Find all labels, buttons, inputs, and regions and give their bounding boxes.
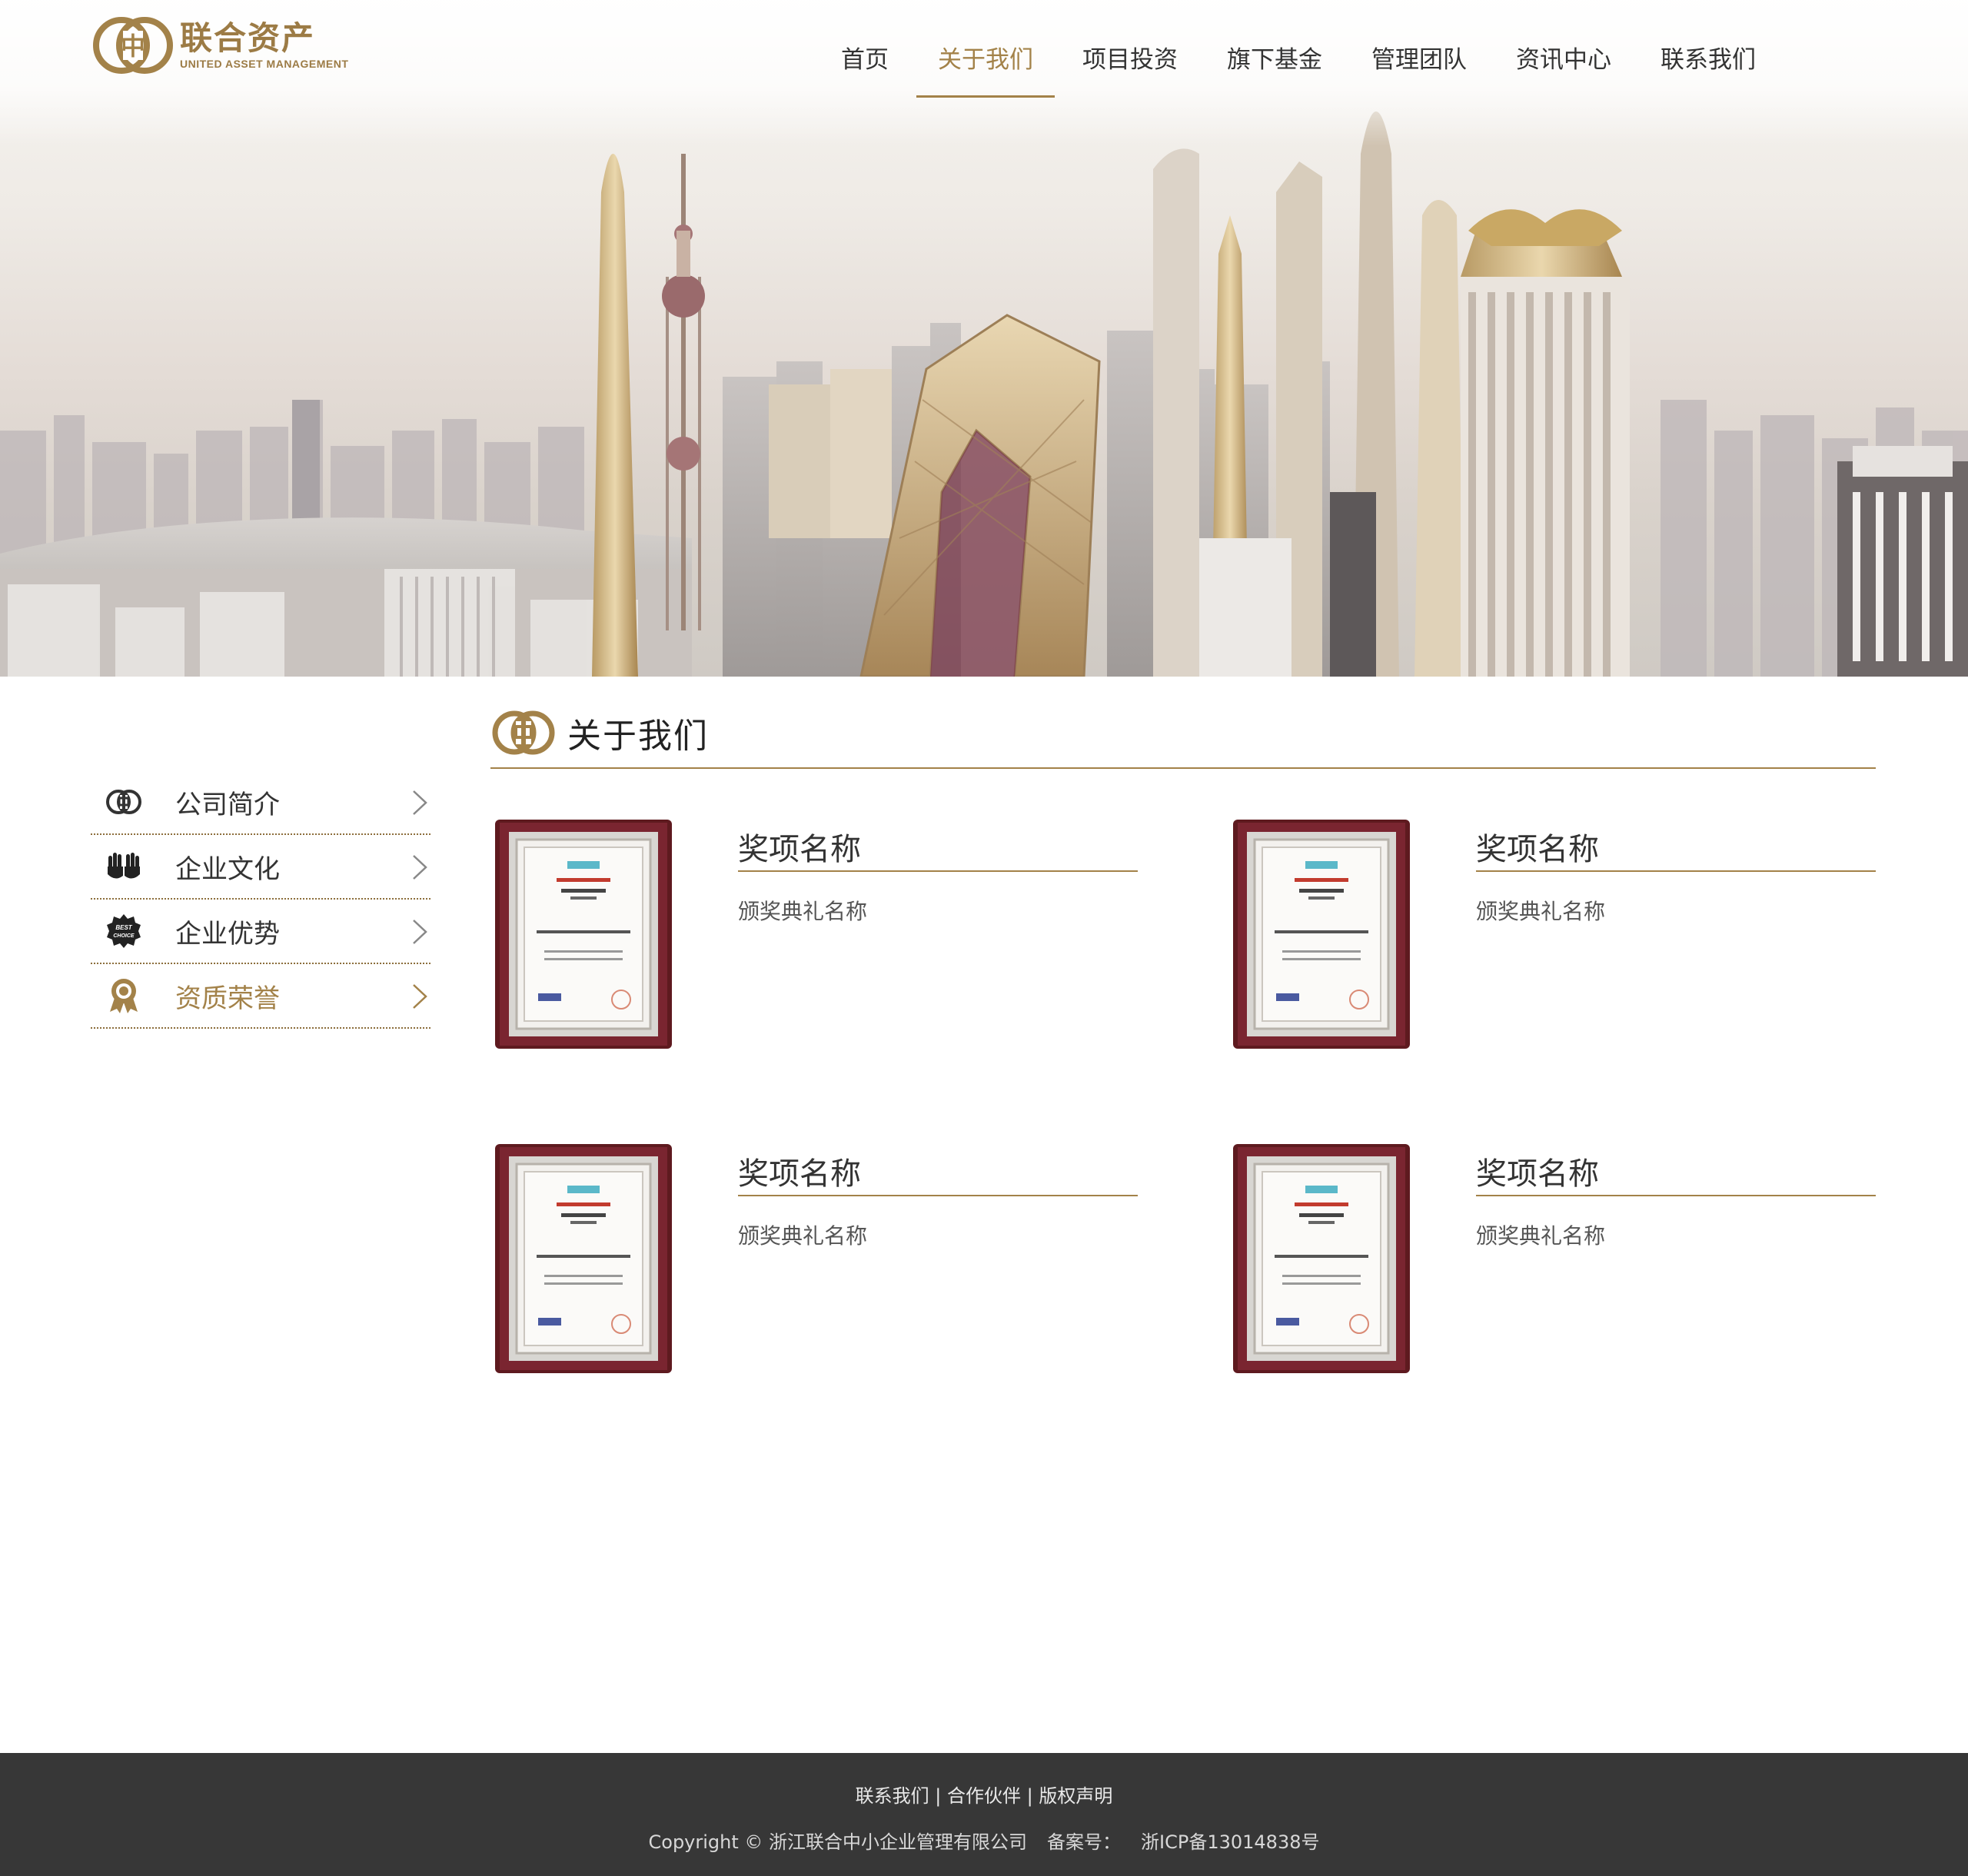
award-title: 奖项名称 — [1476, 1149, 1876, 1196]
nav-item-home[interactable]: 首页 — [819, 29, 910, 98]
logo-name-cn: 联合资产 — [180, 19, 316, 57]
chevron-right-icon — [413, 984, 427, 1009]
sidebar-item-company-profile[interactable]: 公司简介 — [91, 770, 430, 835]
award-card[interactable]: 奖项名称 颁奖典礼名称 — [490, 1139, 1182, 1385]
sidebar-item-corporate-culture[interactable]: 企业文化 — [91, 835, 430, 900]
nav-item-contact-us[interactable]: 联系我们 — [1639, 29, 1777, 98]
sidebar-item-label: 企业优势 — [175, 918, 280, 950]
award-card[interactable]: 奖项名称 颁奖典礼名称 — [1228, 815, 1920, 1061]
site-footer: 联系我们 | 合作伙伴 | 版权声明 Copyright © 浙江联合中小企业管… — [0, 1753, 1968, 1876]
section-title: 关于我们 — [567, 717, 709, 756]
nav-item-project-investment[interactable]: 项目投资 — [1061, 29, 1199, 98]
award-title: 奖项名称 — [738, 1149, 1138, 1196]
hero-banner — [0, 0, 1968, 677]
award-title: 奖项名称 — [1476, 824, 1876, 872]
logo-name-en: UNITED ASSET MANAGEMENT — [180, 58, 349, 70]
sidebar-item-honors[interactable]: 资质荣誉 — [91, 964, 430, 1029]
main-nav: 首页 关于我们 项目投资 旗下基金 管理团队 资讯中心 联系我们 — [813, 29, 1777, 98]
badge-text-best: BEST — [115, 924, 132, 931]
logo-mark-icon: 中 — [93, 17, 173, 74]
footer-separator: | — [1021, 1785, 1039, 1807]
award-plaque-image — [1233, 820, 1410, 1049]
award-plaque-image — [1233, 1144, 1410, 1373]
section-header: 关于我们 — [490, 706, 1876, 769]
chevron-right-icon — [413, 920, 427, 944]
section-logo-icon — [492, 710, 555, 755]
nav-item-about-us[interactable]: 关于我们 — [916, 29, 1055, 98]
hands-icon — [105, 847, 143, 886]
site-logo[interactable]: 中 联合资产 UNITED ASSET MANAGEMENT — [91, 14, 348, 77]
company-logo-icon — [105, 783, 143, 821]
icp-number[interactable]: 浙ICP备13014838号 — [1141, 1831, 1319, 1853]
nav-item-news-center[interactable]: 资讯中心 — [1494, 29, 1633, 98]
icp-label: 备案号： — [1047, 1831, 1122, 1853]
sidebar-item-corporate-advantages[interactable]: BEST CHOICE 企业优势 — [91, 900, 430, 964]
award-ceremony: 颁奖典礼名称 — [738, 899, 868, 924]
badge-text-choice: CHOICE — [113, 933, 135, 939]
copyright-text: Copyright © 浙江联合中小企业管理有限公司 — [648, 1831, 1028, 1853]
nav-item-management-team[interactable]: 管理团队 — [1350, 29, 1488, 98]
sidebar-item-label: 公司简介 — [175, 789, 280, 820]
chevron-right-icon — [413, 855, 427, 880]
footer-copyright: Copyright © 浙江联合中小企业管理有限公司 备案号： 浙ICP备13014… — [0, 1827, 1968, 1854]
award-ceremony: 颁奖典礼名称 — [738, 1223, 868, 1249]
best-choice-badge-icon: BEST CHOICE — [105, 912, 143, 950]
footer-link-partners[interactable]: 合作伙伴 — [947, 1785, 1021, 1807]
footer-links: 联系我们 | 合作伙伴 | 版权声明 — [0, 1781, 1968, 1808]
award-ribbon-icon — [105, 976, 143, 1015]
award-plaque-image — [495, 1144, 672, 1373]
footer-link-copyright[interactable]: 版权声明 — [1039, 1785, 1112, 1807]
award-ceremony: 颁奖典礼名称 — [1476, 899, 1606, 924]
chevron-right-icon — [413, 790, 427, 815]
award-plaque-image — [495, 820, 672, 1049]
award-card[interactable]: 奖项名称 颁奖典礼名称 — [1228, 1139, 1920, 1385]
sidebar-item-label: 企业文化 — [175, 853, 280, 885]
sidebar-menu: 公司简介 企业文化 BEST CHOICE 企业优势 资质荣誉 — [91, 770, 430, 1029]
award-ceremony: 颁奖典礼名称 — [1476, 1223, 1606, 1249]
footer-separator: | — [929, 1785, 947, 1807]
footer-link-contact[interactable]: 联系我们 — [856, 1785, 929, 1807]
svg-text:中: 中 — [121, 32, 145, 61]
award-title: 奖项名称 — [738, 824, 1138, 872]
award-card[interactable]: 奖项名称 颁奖典礼名称 — [490, 815, 1182, 1061]
nav-item-funds[interactable]: 旗下基金 — [1205, 29, 1344, 98]
sidebar-item-label: 资质荣誉 — [175, 983, 280, 1014]
